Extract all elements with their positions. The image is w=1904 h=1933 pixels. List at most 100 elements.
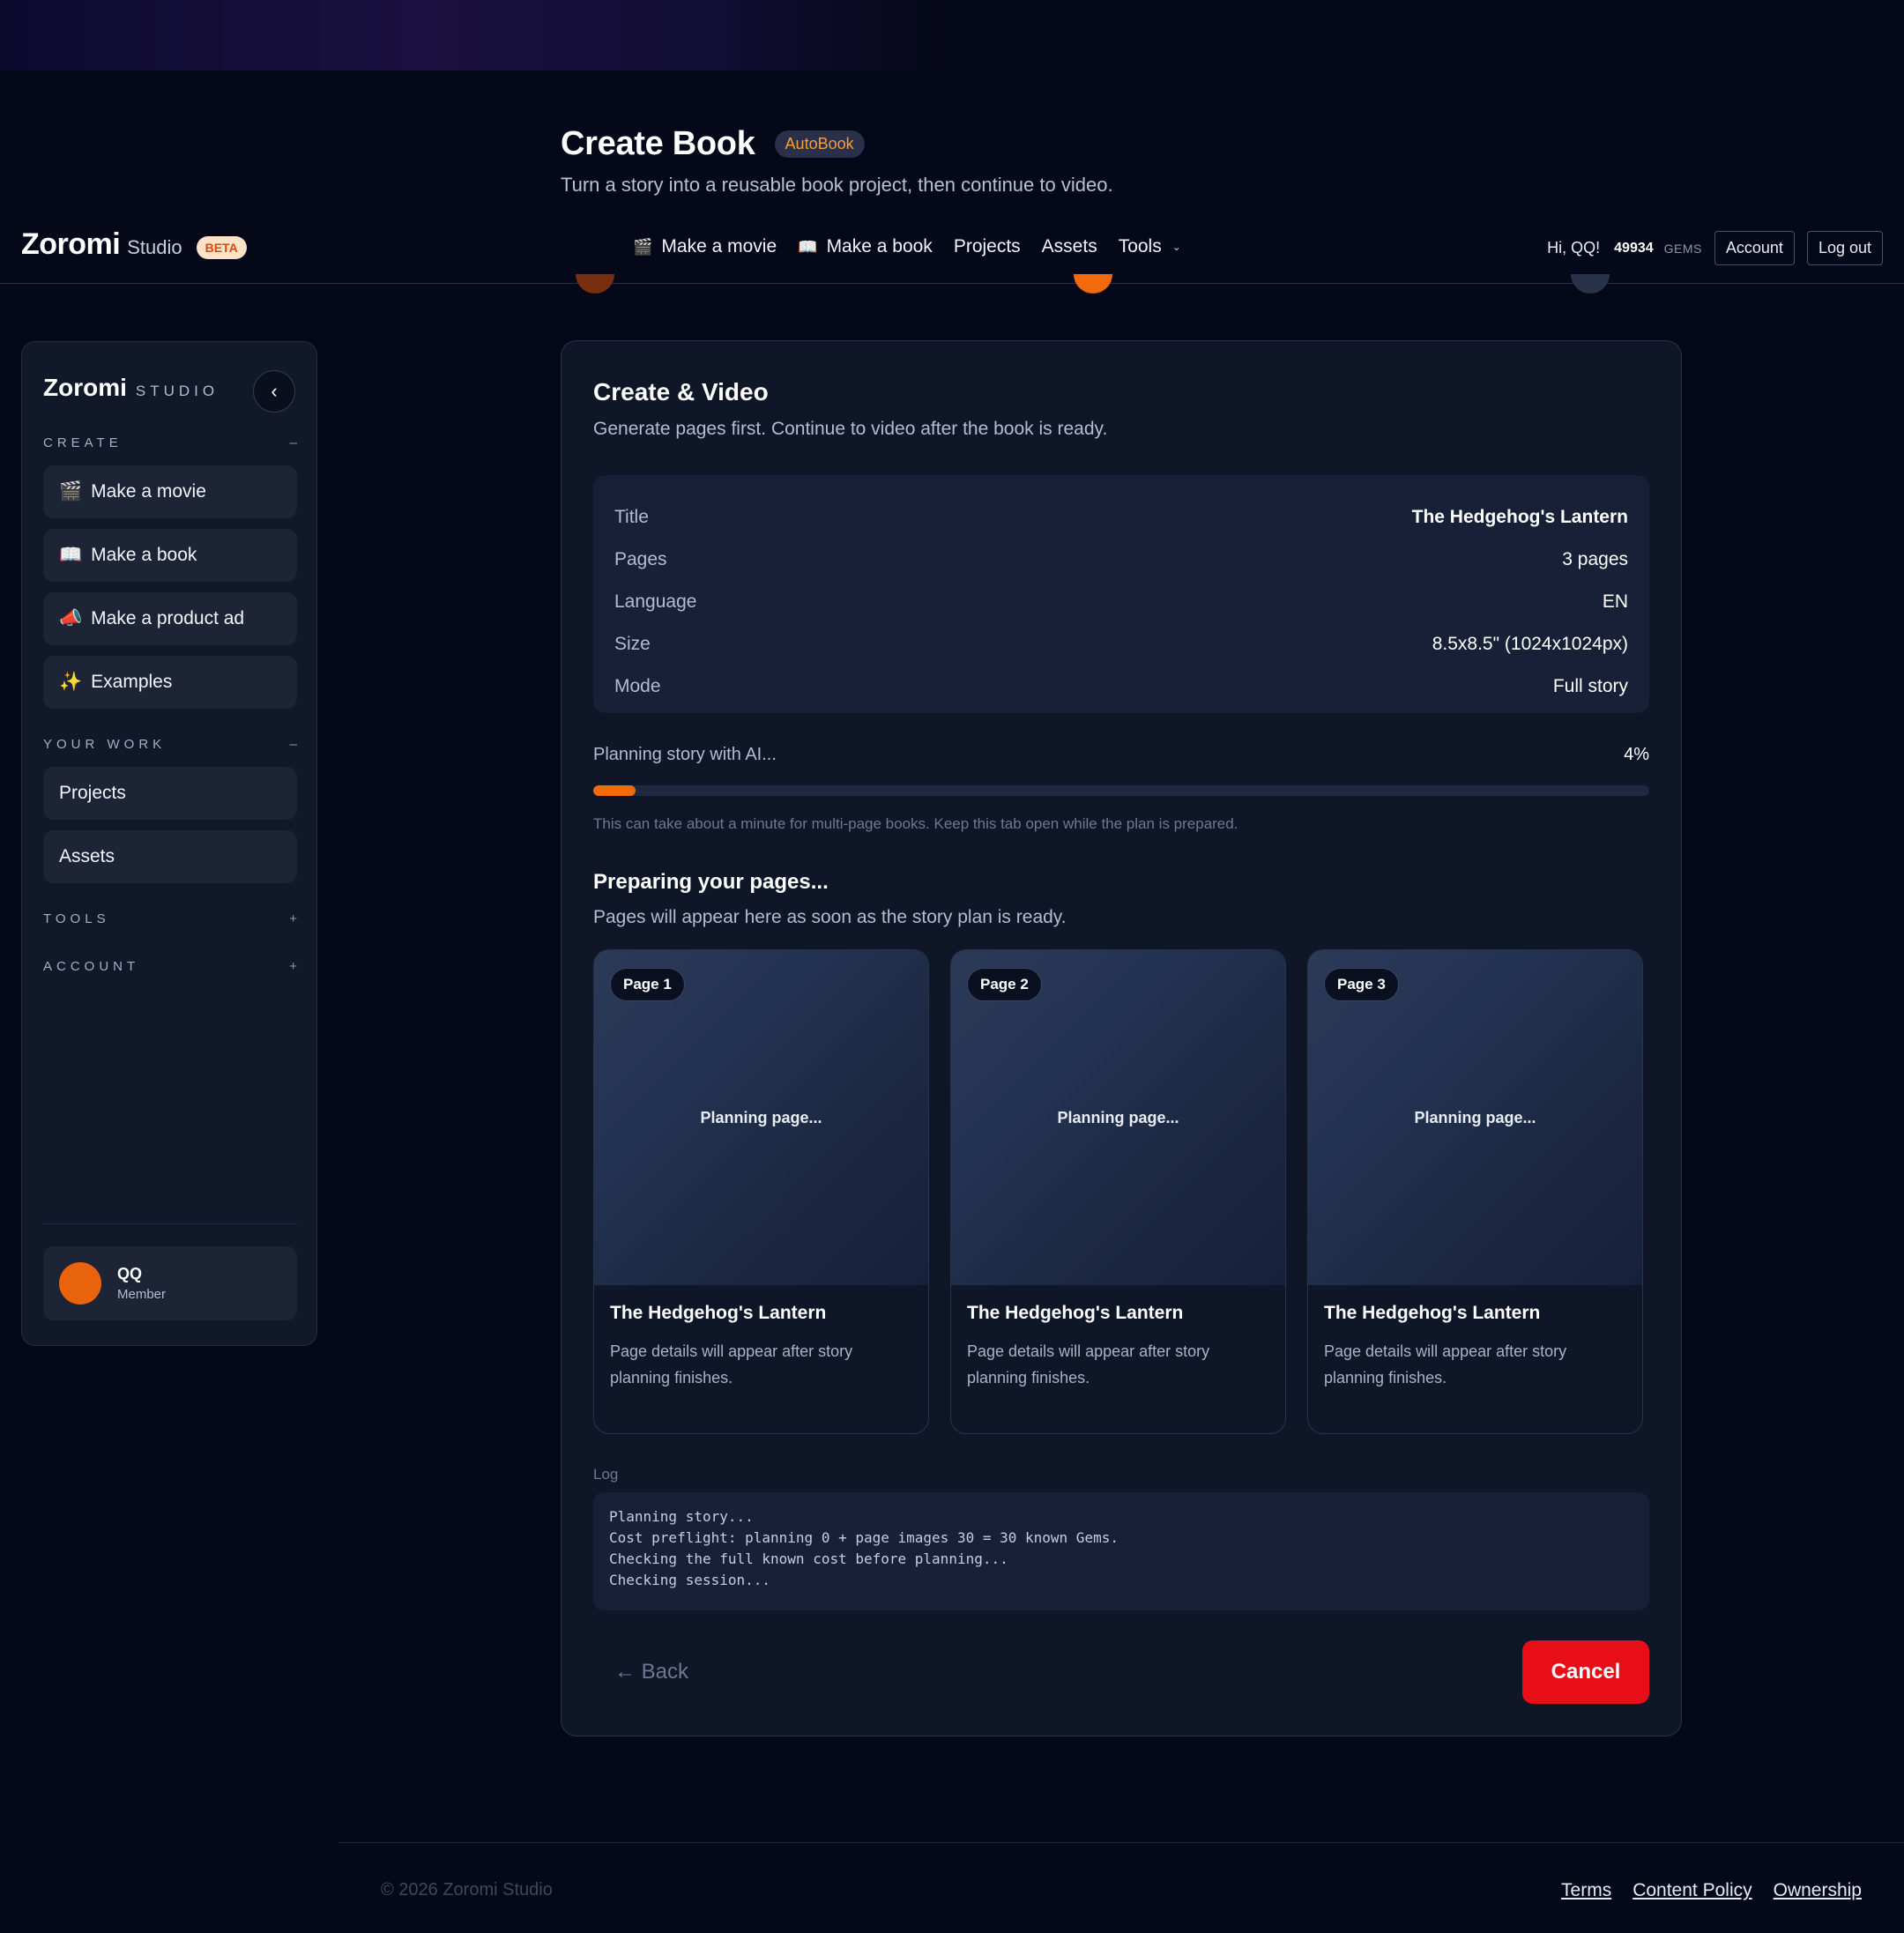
log-label: Log xyxy=(593,1466,619,1483)
expand-icon: + xyxy=(289,959,297,974)
section-account[interactable]: ACCOUNT + xyxy=(43,959,297,974)
expand-icon: + xyxy=(289,911,297,926)
sidebar-item-label: Projects xyxy=(59,783,126,803)
page-thumbnail: Page 2 Planning page... xyxy=(951,950,1285,1285)
main-nav: 🎬 Make a movie 📖 Make a book Projects As… xyxy=(633,236,1181,257)
sidebar-item-label: Make a movie xyxy=(91,481,206,502)
page-title: The Hedgehog's Lantern xyxy=(1324,1303,1541,1323)
nav-label: Make a book xyxy=(826,236,933,256)
sidebar-user-card[interactable]: QQ Member xyxy=(43,1246,297,1320)
preparing-subtitle: Pages will appear here as soon as the st… xyxy=(593,907,1067,927)
summary-value: 3 pages xyxy=(1562,549,1628,569)
page-cards: Page 1 Planning page... The Hedgehog's L… xyxy=(593,949,1643,1434)
preparing-title: Preparing your pages... xyxy=(593,870,829,894)
top-glow-strip xyxy=(0,0,952,71)
sidebar-item-label: Examples xyxy=(91,672,173,692)
summary-row-mode: Mode Full story xyxy=(614,665,1628,708)
progress-bar-fill xyxy=(593,785,636,796)
footer-link-ownership[interactable]: Ownership xyxy=(1774,1880,1862,1901)
gems-count: 49934 xyxy=(1614,240,1654,256)
summary-value: Full story xyxy=(1552,676,1628,696)
sidebar-item-assets[interactable]: Assets xyxy=(43,830,297,883)
page-description: Page details will appear after story pla… xyxy=(610,1342,853,1387)
user-area: Hi, QQ! 49934 GEMS Account Log out xyxy=(1547,231,1883,265)
progress-label: Planning story with AI... xyxy=(593,745,777,764)
page-number-pill: Page 1 xyxy=(610,968,685,1001)
sidebar-collapse-button[interactable]: ‹ xyxy=(253,370,295,413)
autobook-badge: AutoBook xyxy=(774,130,865,158)
section-tools[interactable]: TOOLS + xyxy=(43,911,297,926)
footer-links: Terms Content Policy Ownership xyxy=(1561,1880,1862,1901)
page-title: The Hedgehog's Lantern xyxy=(610,1303,827,1323)
chevron-down-icon: ⌄ xyxy=(1171,241,1181,253)
sidebar-brand: Zoromi STUDIO xyxy=(43,374,219,402)
nav-label: Make a movie xyxy=(661,236,777,256)
section-create[interactable]: CREATE – xyxy=(43,435,297,450)
account-button[interactable]: Account xyxy=(1714,231,1795,265)
cancel-button[interactable]: Cancel xyxy=(1522,1640,1649,1704)
copyright: © 2026 Zoromi Studio xyxy=(381,1880,553,1900)
sidebar-item-label: Make a product ad xyxy=(91,608,245,628)
card-subtitle: Generate pages first. Continue to video … xyxy=(593,419,1108,439)
greeting: Hi, QQ! xyxy=(1547,239,1601,256)
sidebar-brand-suffix: STUDIO xyxy=(135,383,219,399)
section-your-work[interactable]: YOUR WORK – xyxy=(43,737,297,752)
megaphone-icon: 📣 xyxy=(59,608,83,628)
page-status: Planning page... xyxy=(1414,1108,1536,1126)
nav-make-movie[interactable]: 🎬 Make a movie xyxy=(633,236,777,257)
footer: © 2026 Zoromi Studio Terms Content Polic… xyxy=(338,1842,1904,1933)
user-name: QQ xyxy=(117,1265,143,1282)
user-role: Member xyxy=(117,1287,167,1302)
summary-label: Size xyxy=(614,634,651,654)
nav-tools-dropdown[interactable]: Tools ⌄ xyxy=(1119,236,1181,257)
log-output[interactable]: Planning story... Cost preflight: planni… xyxy=(593,1492,1649,1610)
top-navbar: Zoromi Studio BETA 🎬 Make a movie 📖 Make… xyxy=(0,220,1904,284)
book-icon: 📖 xyxy=(798,237,818,256)
back-button[interactable]: ← Back xyxy=(614,1660,688,1684)
logout-button[interactable]: Log out xyxy=(1806,231,1883,265)
brand-suffix: Studio xyxy=(127,235,182,258)
summary-label: Language xyxy=(614,591,697,612)
book-icon: 📖 xyxy=(59,545,83,565)
page-number-pill: Page 3 xyxy=(1324,968,1399,1001)
sparkles-icon: ✨ xyxy=(59,672,83,692)
sidebar-brand-name: Zoromi xyxy=(43,374,127,401)
page-card[interactable]: Page 2 Planning page... The Hedgehog's L… xyxy=(950,949,1286,1434)
sidebar-item-examples[interactable]: ✨ Examples xyxy=(43,656,297,709)
page-card[interactable]: Page 1 Planning page... The Hedgehog's L… xyxy=(593,949,929,1434)
nav-make-book[interactable]: 📖 Make a book xyxy=(798,236,933,257)
sidebar-divider xyxy=(43,1223,297,1224)
collapse-icon: – xyxy=(289,435,297,450)
avatar xyxy=(59,1262,101,1305)
summary-row-pages: Pages 3 pages xyxy=(614,539,1628,581)
sidebar-item-label: Assets xyxy=(59,846,115,866)
nav-assets[interactable]: Assets xyxy=(1042,236,1097,257)
card-title: Create & Video xyxy=(593,378,769,405)
page-number-pill: Page 2 xyxy=(967,968,1042,1001)
clapper-icon: 🎬 xyxy=(59,481,83,502)
section-label: YOUR WORK xyxy=(43,737,167,752)
summary-value: EN xyxy=(1602,591,1628,612)
sidebar-item-make-product-ad[interactable]: 📣 Make a product ad xyxy=(43,592,297,645)
footer-link-content-policy[interactable]: Content Policy xyxy=(1633,1880,1752,1901)
summary-label: Title xyxy=(614,507,649,527)
footer-link-terms[interactable]: Terms xyxy=(1561,1880,1611,1901)
summary-value: The Hedgehog's Lantern xyxy=(1411,507,1628,527)
page-description: Page details will appear after story pla… xyxy=(1324,1342,1567,1387)
summary-row-title: Title The Hedgehog's Lantern xyxy=(614,496,1628,539)
summary-row-size: Size 8.5x8.5" (1024x1024px) xyxy=(614,623,1628,665)
create-video-card: Create & Video Generate pages first. Con… xyxy=(561,340,1682,1736)
progress-note: This can take about a minute for multi-p… xyxy=(593,815,1238,832)
gems-label: GEMS xyxy=(1663,241,1702,256)
beta-badge: BETA xyxy=(196,235,247,259)
brand-logo[interactable]: Zoromi Studio BETA xyxy=(21,227,247,262)
page-title: The Hedgehog's Lantern xyxy=(967,1303,1184,1323)
page-card[interactable]: Page 3 Planning page... The Hedgehog's L… xyxy=(1307,949,1643,1434)
collapse-icon: – xyxy=(289,737,297,752)
chevron-left-icon: ‹ xyxy=(271,380,278,402)
nav-projects[interactable]: Projects xyxy=(954,236,1021,257)
sidebar-item-projects[interactable]: Projects xyxy=(43,767,297,820)
sidebar-item-make-movie[interactable]: 🎬 Make a movie xyxy=(43,465,297,518)
page-status: Planning page... xyxy=(700,1108,822,1126)
sidebar-item-make-book[interactable]: 📖 Make a book xyxy=(43,529,297,582)
